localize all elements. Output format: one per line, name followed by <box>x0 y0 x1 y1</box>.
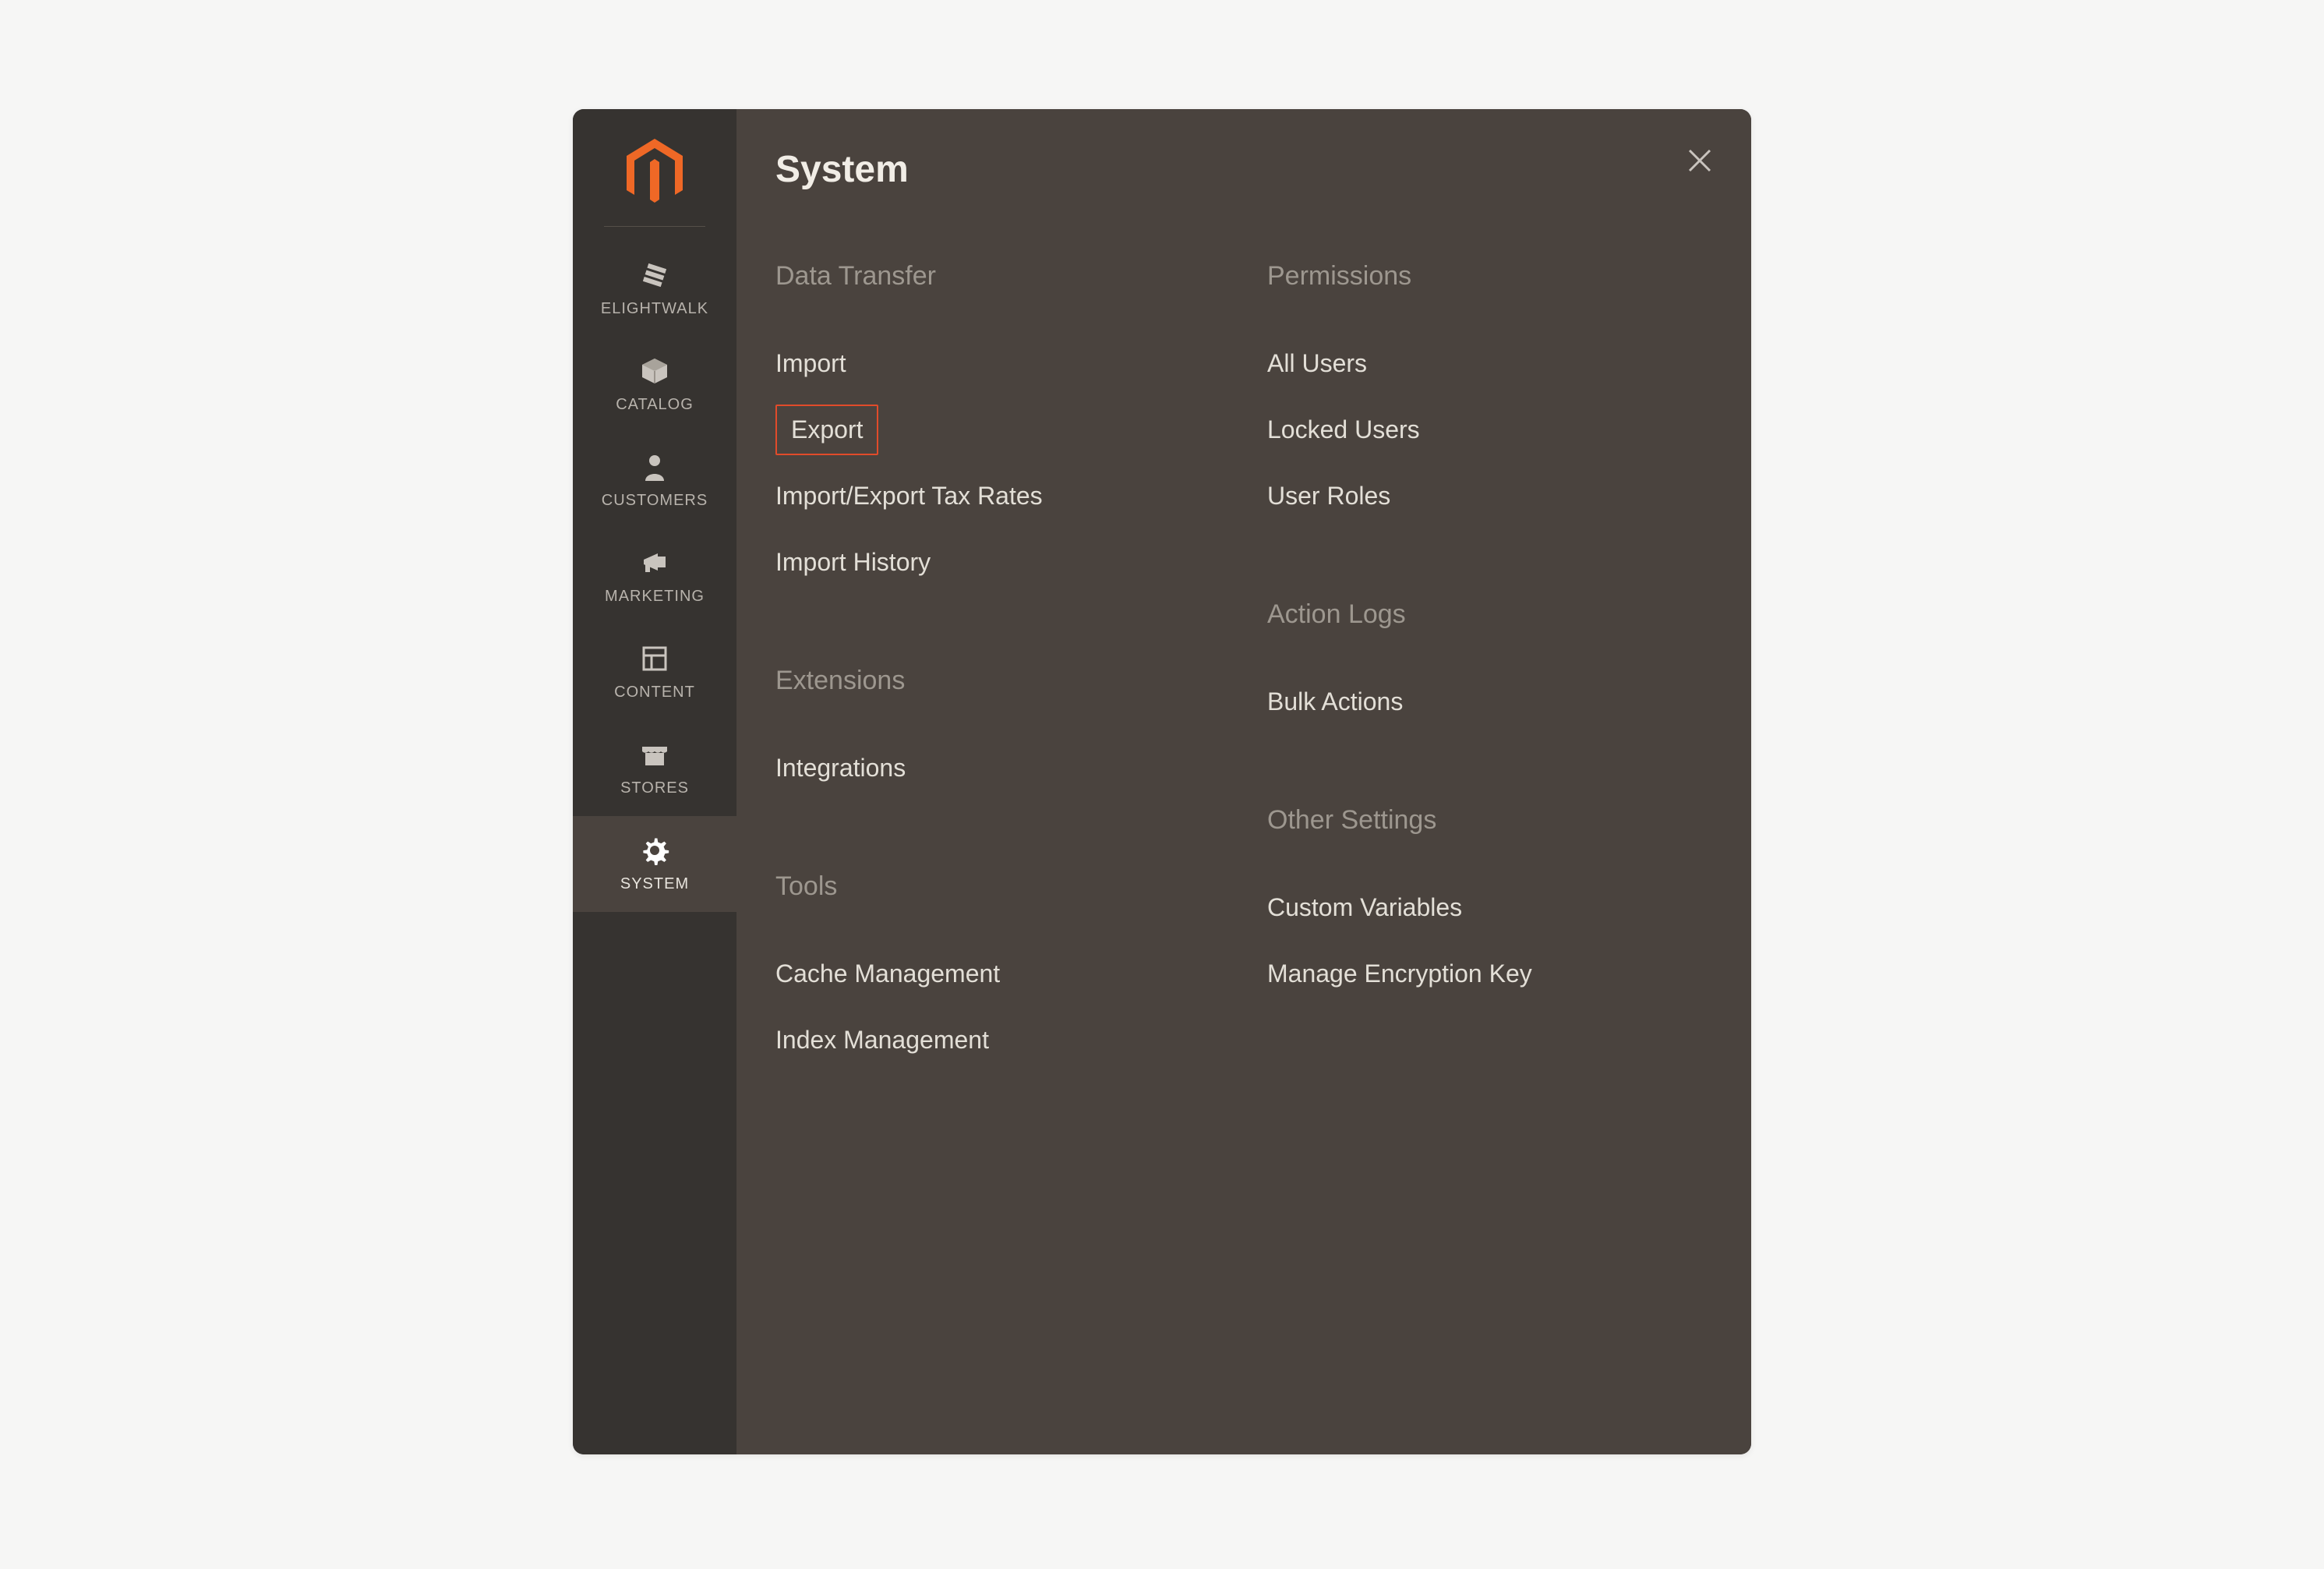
menu-link-locked-users[interactable]: Locked Users <box>1267 397 1712 463</box>
section-heading: Action Logs <box>1267 599 1712 630</box>
nav-system[interactable]: SYSTEM <box>573 816 736 912</box>
nav-content[interactable]: CONTENT <box>573 624 736 720</box>
panel-columns: Data Transfer Import Export Import/Expor… <box>775 261 1712 1143</box>
section-heading: Other Settings <box>1267 805 1712 836</box>
section-heading: Data Transfer <box>775 261 1220 292</box>
layout-icon <box>634 638 675 679</box>
menu-link-index-management[interactable]: Index Management <box>775 1007 1220 1073</box>
box-icon <box>634 351 675 391</box>
section-other-settings: Other Settings Custom Variables Manage E… <box>1267 805 1712 1007</box>
sidebar: ELIGHTWALK CATALOG CUSTOMERS <box>573 109 736 1454</box>
panel-title: System <box>775 148 1712 191</box>
section-heading: Permissions <box>1267 261 1712 292</box>
nav-label: CATALOG <box>616 396 694 414</box>
section-tools: Tools Cache Management Index Management <box>775 871 1220 1073</box>
nav-label: STORES <box>620 779 689 797</box>
nav-customers[interactable]: CUSTOMERS <box>573 433 736 528</box>
panel-col-left: Data Transfer Import Export Import/Expor… <box>775 261 1220 1143</box>
logo[interactable] <box>573 109 736 226</box>
section-permissions: Permissions All Users Locked Users User … <box>1267 261 1712 529</box>
nav-elightwalk[interactable]: ELIGHTWALK <box>573 241 736 337</box>
section-heading: Tools <box>775 871 1220 902</box>
nav-catalog[interactable]: CATALOG <box>573 337 736 433</box>
nav-marketing[interactable]: MARKETING <box>573 528 736 624</box>
nav-label: CONTENT <box>614 684 695 701</box>
megaphone-icon <box>634 542 675 583</box>
nav-label: CUSTOMERS <box>602 492 708 510</box>
menu-link-manage-encryption-key[interactable]: Manage Encryption Key <box>1267 941 1712 1007</box>
panel-col-right: Permissions All Users Locked Users User … <box>1267 261 1712 1143</box>
nav-label: MARKETING <box>605 588 705 606</box>
magento-logo-icon <box>625 139 684 207</box>
menu-link-custom-variables[interactable]: Custom Variables <box>1267 875 1712 941</box>
nav-label: ELIGHTWALK <box>601 300 708 318</box>
menu-link-export[interactable]: Export <box>775 405 878 455</box>
menu-link-all-users[interactable]: All Users <box>1267 330 1712 397</box>
storefront-icon <box>634 734 675 775</box>
menu-link-import-history[interactable]: Import History <box>775 529 1220 595</box>
nav-stores[interactable]: STORES <box>573 720 736 816</box>
system-panel: System Data Transfer Import Export Impor… <box>736 109 1751 1454</box>
menu-link-import[interactable]: Import <box>775 330 1220 397</box>
nav-label: SYSTEM <box>620 875 689 893</box>
section-action-logs: Action Logs Bulk Actions <box>1267 599 1712 735</box>
elightwalk-icon <box>634 255 675 295</box>
section-data-transfer: Data Transfer Import Export Import/Expor… <box>775 261 1220 595</box>
close-button[interactable] <box>1683 143 1717 178</box>
person-icon <box>634 447 675 487</box>
close-icon <box>1686 147 1713 174</box>
section-heading: Extensions <box>775 666 1220 696</box>
menu-link-cache-management[interactable]: Cache Management <box>775 941 1220 1007</box>
menu-link-user-roles[interactable]: User Roles <box>1267 463 1712 529</box>
gear-icon <box>634 830 675 871</box>
menu-link-bulk-actions[interactable]: Bulk Actions <box>1267 669 1712 735</box>
menu-link-import-export-tax-rates[interactable]: Import/Export Tax Rates <box>775 463 1220 529</box>
menu-link-integrations[interactable]: Integrations <box>775 735 1220 801</box>
section-extensions: Extensions Integrations <box>775 666 1220 801</box>
divider <box>604 226 705 227</box>
admin-window: ELIGHTWALK CATALOG CUSTOMERS <box>573 109 1751 1454</box>
